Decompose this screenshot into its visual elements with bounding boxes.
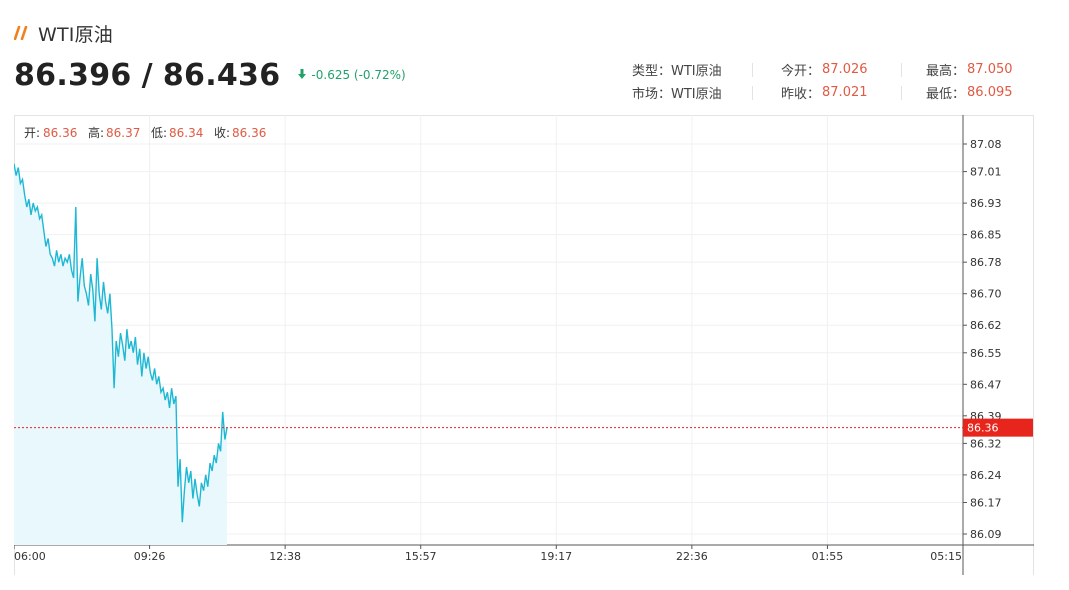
ohlc-legend: 开: 86.36 高: 86.37 低: 86.34 收: 86.36: [24, 125, 266, 140]
x-tick-label: 01:55: [812, 550, 844, 563]
title-row: WTI原油: [14, 20, 113, 46]
info-market-value: WTI原油: [671, 87, 722, 102]
ohlc-close-value: 86.36: [232, 126, 266, 140]
current-price-label: 86.36: [967, 422, 999, 435]
info-low-value: 86.095: [967, 85, 1013, 100]
info-prev-close-value: 87.021: [822, 85, 868, 100]
arrow-down-icon: [298, 68, 307, 82]
chart-area[interactable]: 87.08 87.01 86.93 86.85 86.78 86.70 86.62 86.55…: [13, 115, 1034, 576]
info-low-label: 最低：: [926, 87, 966, 102]
x-tick-label: 12:38: [269, 550, 301, 563]
x-tick-label: 05:15: [930, 550, 962, 563]
ohlc-low-label: 低:: [151, 126, 167, 140]
x-tick-label: 19:17: [540, 550, 572, 563]
y-tick-label: 86.85: [970, 229, 1002, 242]
bid-price: 86.396: [14, 58, 132, 93]
ohlc-high-label: 高:: [88, 125, 104, 140]
y-axis: 87.08 87.01 86.93 86.85 86.78 86.70 86.62 86.55…: [963, 138, 1002, 541]
price-change: -0.625 (-0.72%): [298, 68, 406, 82]
y-tick-label: 86.78: [970, 256, 1002, 269]
y-tick-label: 87.01: [970, 166, 1002, 179]
y-tick-label: 87.08: [970, 138, 1002, 151]
info-market: 市场： WTI原油: [632, 83, 752, 102]
x-tick-label: 09:26: [134, 550, 166, 563]
ohlc-open-label: 开:: [24, 126, 40, 140]
info-type-label: 类型：: [632, 64, 672, 79]
info-high: 最高： 87.050: [901, 62, 1034, 79]
y-tick-label: 86.70: [970, 288, 1002, 301]
info-grid: 类型： WTI原油 今开： 87.026 最高： 87.050 市场： WTI原…: [632, 58, 1034, 104]
x-tick-label: 15:57: [405, 550, 437, 563]
info-low: 最低： 86.095: [901, 85, 1034, 102]
y-tick-label: 86.24: [970, 469, 1002, 482]
x-tick-label: 22:36: [676, 550, 708, 563]
info-market-label: 市场：: [632, 87, 672, 102]
info-row-2: 市场： WTI原油 昨收： 87.021 最低： 86.095: [632, 81, 1034, 104]
price-separator: /: [141, 58, 153, 93]
y-tick-label: 86.47: [970, 378, 1002, 391]
info-row-1: 类型： WTI原油 今开： 87.026 最高： 87.050: [632, 58, 1034, 81]
info-open-value: 87.026: [822, 62, 868, 77]
info-prev-close-label: 昨收：: [781, 87, 821, 102]
ohlc-high-value: 86.37: [106, 126, 140, 140]
info-prev-close: 昨收： 87.021: [752, 85, 901, 102]
x-tick-label: 06:00: [14, 550, 46, 563]
page-title: WTI原油: [38, 23, 113, 46]
x-axis: 06:00 09:26 12:38 15:57 19:17 22:36 01:55 05:15: [13, 545, 964, 563]
info-type-value: WTI原油: [671, 64, 722, 79]
y-tick-label: 86.62: [970, 319, 1002, 332]
price-area-fill: [14, 163, 227, 545]
y-tick-label: 86.17: [970, 496, 1002, 509]
info-open: 今开： 87.026: [752, 62, 901, 79]
y-tick-label: 86.55: [970, 347, 1002, 360]
y-tick-label: 86.93: [970, 197, 1002, 210]
price-change-text: -0.625 (-0.72%): [311, 68, 406, 82]
ohlc-open-value: 86.36: [43, 126, 77, 140]
price-row: 86.396 / 86.436 -0.625 (-0.72%): [14, 58, 406, 93]
info-type: 类型： WTI原油: [632, 60, 752, 79]
ask-price: 86.436: [162, 58, 281, 93]
y-tick-label: 86.09: [970, 528, 1002, 541]
ohlc-low-value: 86.34: [169, 126, 203, 140]
ohlc-close-label: 收:: [214, 126, 230, 140]
info-high-label: 最高：: [926, 64, 966, 79]
price-chart[interactable]: 87.08 87.01 86.93 86.85 86.78 86.70 86.62 86.55…: [13, 115, 1034, 576]
slash-icon: [14, 26, 28, 40]
info-high-value: 87.050: [967, 62, 1013, 77]
info-open-label: 今开：: [781, 64, 821, 79]
y-tick-label: 86.32: [970, 437, 1002, 450]
